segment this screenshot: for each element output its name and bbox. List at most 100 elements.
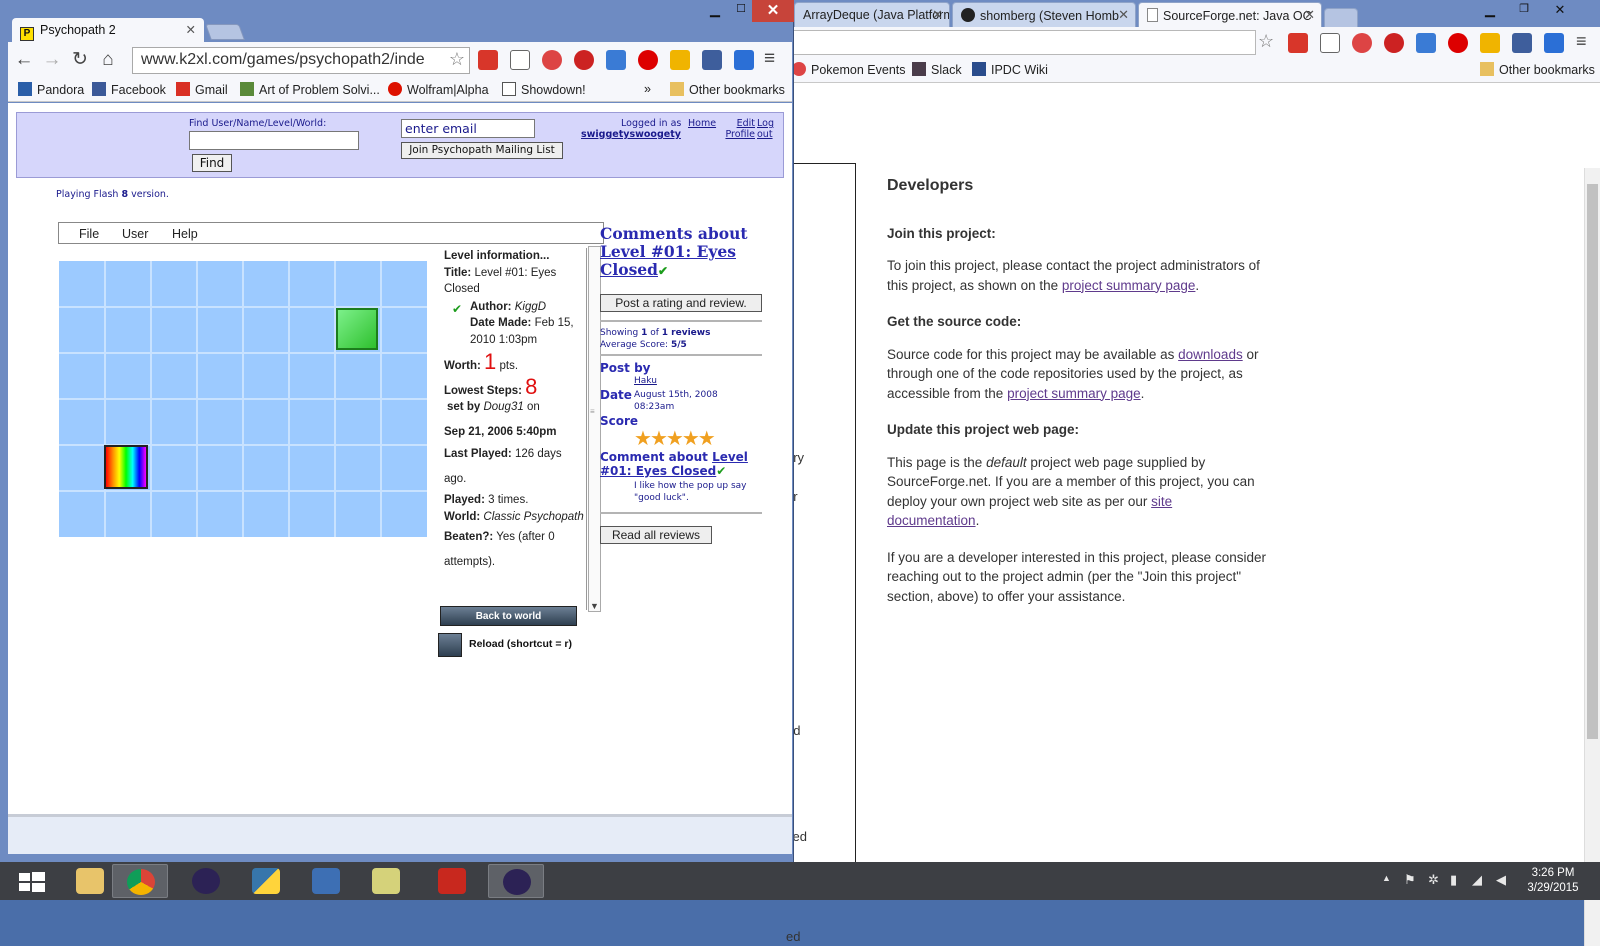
calendar-icon[interactable] <box>1416 33 1436 53</box>
pi-icon[interactable] <box>510 50 530 70</box>
calendar-icon[interactable] <box>606 50 626 70</box>
project-summary-link[interactable]: project summary page <box>1007 386 1141 401</box>
showdown-icon <box>502 82 516 96</box>
adblock-icon[interactable] <box>1448 33 1468 53</box>
adblock-icon[interactable] <box>638 50 658 70</box>
bookmark-pandora[interactable]: Pandora <box>18 82 84 97</box>
logout-link[interactable]: Log out <box>757 118 777 140</box>
close-tab-icon[interactable]: ✕ <box>1118 7 1129 23</box>
pokeball-icon[interactable] <box>542 50 562 70</box>
forward-arrow-icon[interactable]: → <box>40 48 64 72</box>
scroll-down-icon[interactable]: ▼ <box>590 601 599 611</box>
eclipse-taskbar-button-2[interactable] <box>488 864 544 898</box>
bookmark-red-icon[interactable] <box>1288 33 1308 53</box>
minimize-button[interactable]: ▁ <box>700 2 730 22</box>
bookmark-gmail[interactable]: Gmail <box>176 82 228 97</box>
star-icon[interactable]: ☆ <box>449 49 465 70</box>
search-input[interactable] <box>189 131 359 150</box>
close-window-button[interactable]: ✕ <box>752 0 794 22</box>
bookmark-slack[interactable]: Slack <box>912 62 962 77</box>
project-summary-link[interactable]: project summary page <box>1062 278 1196 293</box>
reload-icon[interactable]: ↻ <box>68 48 92 72</box>
close-tab-icon[interactable]: ✕ <box>1304 7 1315 23</box>
bookmark-wolfram[interactable]: Wolfram|Alpha <box>388 82 489 97</box>
back-arrow-icon[interactable]: ← <box>12 48 36 72</box>
address-bar[interactable] <box>786 30 1256 55</box>
reload-level-icon[interactable] <box>438 633 462 657</box>
eclipse-taskbar-button[interactable] <box>178 864 234 898</box>
s-extension-icon[interactable] <box>670 50 690 70</box>
texmaker-taskbar-button[interactable] <box>358 864 414 898</box>
sync-icon[interactable]: ✲ <box>1428 872 1439 888</box>
close-tab-icon[interactable]: ✕ <box>186 22 196 37</box>
tab-arraydeque[interactable]: ArrayDeque (Java Platform ✕ <box>794 2 950 27</box>
reviewer-link[interactable]: Haku <box>634 375 770 387</box>
s-extension-icon[interactable] <box>1480 33 1500 53</box>
post-rating-button[interactable]: Post a rating and review. <box>600 294 762 312</box>
find-button[interactable]: Find <box>192 154 232 172</box>
tab-github[interactable]: shomberg (Steven Homb ✕ <box>952 2 1136 27</box>
star-icon[interactable]: ☆ <box>1258 31 1274 52</box>
close-window-button[interactable]: ✕ <box>1546 2 1574 22</box>
chrome-taskbar-button[interactable] <box>112 864 168 898</box>
lowest-steps-label: Lowest Steps: <box>444 384 522 397</box>
volume-icon[interactable]: ◀ <box>1496 872 1506 888</box>
username-link[interactable]: swiggetyswoogety <box>581 129 681 140</box>
scrollbar-thumb[interactable] <box>1587 184 1598 739</box>
show-hidden-icons-icon[interactable]: ▲ <box>1382 873 1391 883</box>
wifi-icon[interactable]: ◢ <box>1472 872 1482 888</box>
restore-button[interactable]: ❐ <box>1510 2 1538 22</box>
menu-user[interactable]: User <box>122 227 148 241</box>
bookmark-pokemon-events[interactable]: Pokemon Events <box>792 62 906 77</box>
acrobat-taskbar-button[interactable] <box>424 864 480 898</box>
gear-red-icon[interactable] <box>574 50 594 70</box>
home-icon[interactable]: ⌂ <box>96 48 120 72</box>
bookmarks-overflow[interactable]: » <box>644 82 651 96</box>
bookmark-facebook[interactable]: Facebook <box>92 82 166 97</box>
downloads-link[interactable]: downloads <box>1178 347 1243 362</box>
start-button[interactable] <box>4 864 60 898</box>
minimize-button[interactable]: ▁ <box>1476 2 1504 22</box>
read-all-reviews-button[interactable]: Read all reviews <box>600 526 712 544</box>
home-link[interactable]: Home <box>688 118 716 129</box>
play-icon[interactable] <box>1544 33 1564 53</box>
bookmark-ipdc-wiki[interactable]: IPDC Wiki <box>972 62 1048 77</box>
tab-sourceforge[interactable]: SourceForge.net: Java OC ✕ <box>1138 2 1322 27</box>
close-tab-icon[interactable]: ✕ <box>932 7 943 23</box>
email-field[interactable]: enter email <box>401 119 535 138</box>
join-mailing-list-button[interactable]: Join Psychopath Mailing List <box>401 142 563 159</box>
play-icon[interactable] <box>734 50 754 70</box>
back-to-world-button[interactable]: Back to world <box>440 606 577 626</box>
clock[interactable]: 3:26 PM 3/29/2015 <box>1518 866 1588 896</box>
flag-icon[interactable]: ⚑ <box>1404 872 1416 888</box>
python-taskbar-button[interactable] <box>238 864 294 898</box>
menu-icon[interactable]: ≡ <box>1576 31 1587 52</box>
background-bookmarks-bar: Pokemon Events Slack IPDC Wiki Other boo… <box>786 58 1600 83</box>
pokeball-icon[interactable] <box>1352 33 1372 53</box>
screenshot-icon[interactable] <box>1512 33 1532 53</box>
tab-psychopath[interactable]: P Psychopath 2 ✕ <box>12 18 204 42</box>
bookmark-aops[interactable]: Art of Problem Solvi... <box>240 82 380 97</box>
menu-help[interactable]: Help <box>172 227 198 241</box>
screenshot-icon[interactable] <box>702 50 722 70</box>
foreground-browser-window[interactable]: P Psychopath 2 ✕ ▁ ☐ ✕ ← → ↻ ⌂ www.k2xl.c… <box>0 0 794 862</box>
edit-profile-link[interactable]: Edit Profile <box>721 118 755 140</box>
maximize-button[interactable]: ☐ <box>730 2 752 22</box>
battery-icon[interactable]: ▮ <box>1450 872 1457 888</box>
address-bar[interactable]: www.k2xl.com/games/psychopath2/inde ☆ <box>132 47 470 74</box>
gear-red-icon[interactable] <box>1384 33 1404 53</box>
other-bookmarks[interactable]: Other bookmarks <box>670 82 785 97</box>
bookmark-red-icon[interactable] <box>478 50 498 70</box>
new-tab-button[interactable] <box>205 24 245 40</box>
page-scrollbar[interactable] <box>1584 168 1600 946</box>
pi-icon[interactable] <box>1320 33 1340 53</box>
menu-file[interactable]: File <box>79 227 99 241</box>
network-taskbar-button[interactable] <box>298 864 354 898</box>
menu-icon[interactable]: ≡ <box>764 48 775 70</box>
game-board[interactable] <box>59 261 427 537</box>
background-browser-window[interactable]: ArrayDeque (Java Platform ✕ shomberg (St… <box>786 0 1600 946</box>
other-bookmarks[interactable]: Other bookmarks <box>1480 62 1595 77</box>
file-explorer-button[interactable] <box>62 864 118 898</box>
new-tab-button[interactable] <box>1324 8 1358 27</box>
bookmark-showdown[interactable]: Showdown! <box>502 82 586 97</box>
